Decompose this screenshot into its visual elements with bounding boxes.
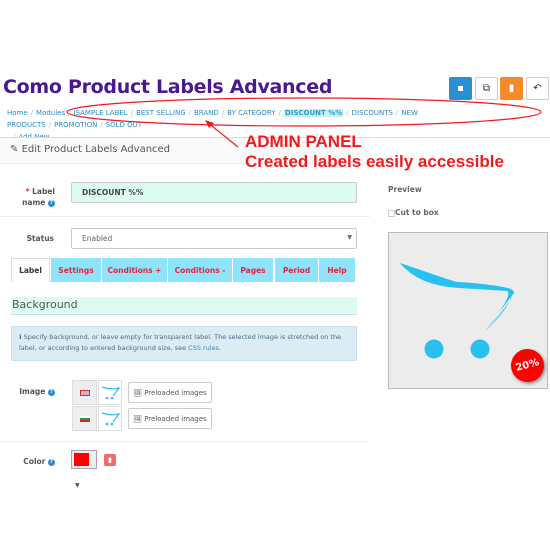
- status-label: Status: [26, 234, 54, 243]
- color-picker[interactable]: ▼: [71, 450, 97, 489]
- flag-en-icon: [72, 380, 97, 405]
- label-preview: 20%: [388, 232, 548, 389]
- annotation-subtitle: Created labels easily accessible: [245, 152, 504, 171]
- color-label: Color ?: [10, 457, 55, 466]
- tab-conditions-minus[interactable]: Conditions -: [168, 258, 232, 282]
- tab-pages[interactable]: Pages: [233, 258, 273, 282]
- tab-conditions-plus[interactable]: Conditions +: [102, 258, 167, 282]
- image-thumbnail[interactable]: [98, 406, 122, 431]
- chevron-down-icon: ▼: [347, 234, 352, 241]
- trash-icon: ▮: [108, 456, 112, 464]
- image-thumbnail[interactable]: [98, 380, 122, 405]
- preloaded-images-button[interactable]: 🖼 Preloaded images: [128, 382, 212, 403]
- preloaded-images-button[interactable]: 🖼 Preloaded images: [128, 408, 212, 429]
- image-icon: 🖼: [133, 388, 143, 397]
- help-icon[interactable]: ?: [48, 458, 55, 466]
- highlight-ellipse: [66, 97, 542, 127]
- tab-label[interactable]: Label: [11, 258, 50, 282]
- info-icon: ℹ: [19, 333, 22, 341]
- image-icon: 🖼: [133, 414, 143, 423]
- tab-settings[interactable]: Settings: [51, 258, 101, 282]
- tab-period[interactable]: Period: [275, 258, 318, 282]
- image-label: Image ?: [10, 387, 55, 396]
- info-alert: ℹ Specify background, or leave empty for…: [11, 326, 357, 361]
- chevron-down-icon: ▼: [75, 482, 80, 489]
- css-rules-link[interactable]: CSS rules: [188, 344, 219, 352]
- section-heading: Background: [11, 297, 357, 315]
- cut-to-box-checkbox[interactable]: Cut to box: [388, 208, 439, 217]
- help-icon[interactable]: ?: [48, 388, 55, 396]
- flag-bg-icon: [72, 406, 97, 431]
- clear-color-button[interactable]: ▮: [104, 454, 116, 466]
- help-icon[interactable]: ?: [48, 199, 55, 207]
- status-select[interactable]: Enabled ▼: [71, 228, 357, 249]
- tab-help[interactable]: Help: [319, 258, 355, 282]
- annotation-title: ADMIN PANEL: [245, 132, 362, 151]
